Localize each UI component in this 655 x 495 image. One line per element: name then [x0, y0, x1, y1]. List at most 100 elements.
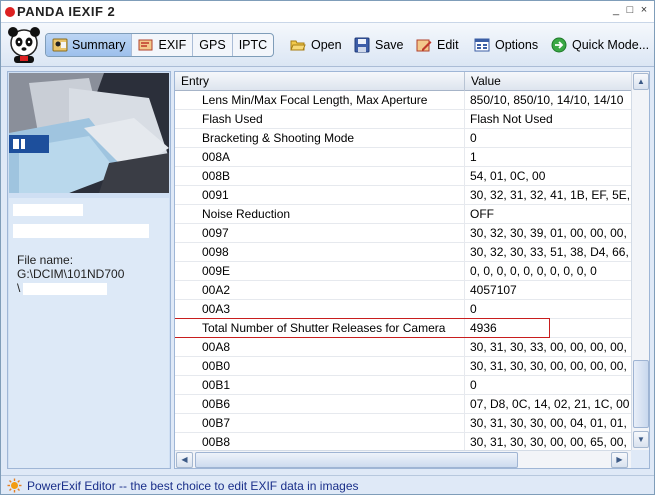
scroll-left-button[interactable]: ◀ — [176, 452, 193, 468]
table-row[interactable]: Flash Used Flash Not Used — [175, 110, 631, 129]
entry-cell: 00B8 — [175, 433, 465, 450]
options-icon — [474, 38, 490, 52]
folder-open-icon — [290, 40, 306, 51]
table-row[interactable]: 00B6 07, D8, 0C, 14, 02, 21, 1C, 00 — [175, 395, 631, 414]
entry-cell: Lens Min/Max Focal Length, Max Aperture — [175, 91, 465, 109]
value-cell[interactable]: 30, 32, 30, 39, 01, 00, 00, 00, — [465, 224, 631, 242]
panda-logo-icon — [8, 27, 40, 63]
table-header: Entry Value — [175, 72, 631, 91]
entry-cell: 00A2 — [175, 281, 465, 299]
column-header-value[interactable]: Value — [465, 72, 631, 91]
entry-cell: 0091 — [175, 186, 465, 204]
save-button[interactable]: Save — [354, 37, 404, 53]
table-row[interactable]: 008B 54, 01, 0C, 00 — [175, 167, 631, 186]
table-row[interactable]: Bracketing & Shooting Mode 0 — [175, 129, 631, 148]
table-row[interactable]: 00A8 30, 31, 30, 33, 00, 00, 00, 00, — [175, 338, 631, 357]
table-row[interactable]: 0097 30, 32, 30, 39, 01, 00, 00, 00, — [175, 224, 631, 243]
tab-exif[interactable]: EXIF — [132, 34, 194, 56]
edit-icon — [416, 39, 432, 52]
redacted-block — [23, 283, 107, 295]
app-window: PANDA IEXIF 2 _ □ × Summary EXIF GPS IPT… — [0, 0, 655, 495]
table-row[interactable]: 00B1 0 — [175, 376, 631, 395]
value-cell[interactable]: 4057107 — [465, 281, 631, 299]
save-disk-icon — [354, 37, 370, 53]
entry-cell: 00B6 — [175, 395, 465, 413]
value-cell[interactable]: 0, 0, 0, 0, 0, 0, 0, 0, 0, 0 — [465, 262, 631, 280]
close-button[interactable]: × — [638, 4, 650, 17]
save-button-label: Save — [375, 38, 404, 52]
vertical-scrollbar[interactable]: ▲ ▼ — [631, 72, 649, 450]
value-cell[interactable]: Flash Not Used — [465, 110, 631, 128]
tab-iptc-label: IPTC — [238, 38, 268, 52]
table-row-highlighted[interactable]: Total Number of Shutter Releases for Cam… — [175, 318, 631, 338]
value-cell[interactable]: OFF — [465, 205, 631, 223]
value-cell[interactable]: 4936 — [465, 319, 631, 337]
tab-summary-label: Summary — [72, 38, 126, 52]
entry-cell: 009E — [175, 262, 465, 280]
sun-icon — [7, 478, 22, 493]
scroll-down-button[interactable]: ▼ — [633, 431, 649, 448]
table-row[interactable]: 00B0 30, 31, 30, 30, 00, 00, 00, 00, — [175, 357, 631, 376]
table-row[interactable]: 008A 1 — [175, 148, 631, 167]
table-row[interactable]: 00A2 4057107 — [175, 281, 631, 300]
column-header-entry[interactable]: Entry — [175, 72, 465, 91]
edit-button[interactable]: Edit — [416, 37, 459, 53]
entry-cell: 00A8 — [175, 338, 465, 356]
value-cell[interactable]: 30, 31, 30, 30, 00, 04, 01, 01, — [465, 414, 631, 432]
entry-cell: 008A — [175, 148, 465, 166]
entry-cell: Total Number of Shutter Releases for Cam… — [175, 319, 465, 337]
quick-mode-button[interactable]: Quick Mode... — [551, 37, 649, 53]
app-title: PANDA IEXIF 2 — [5, 4, 115, 19]
minimize-button[interactable]: _ — [610, 4, 622, 17]
app-title-text: PANDA IEXIF 2 — [17, 4, 116, 19]
exif-icon — [138, 39, 153, 51]
entry-cell: 0097 — [175, 224, 465, 242]
open-button-label: Open — [311, 38, 342, 52]
status-bar: PowerExif Editor -- the best choice to e… — [1, 475, 654, 494]
horizontal-scrollbar[interactable]: ◀ ▶ — [175, 450, 649, 468]
value-cell[interactable]: 30, 32, 31, 32, 41, 1B, EF, 5E, — [465, 186, 631, 204]
thumbnail-image — [9, 73, 169, 193]
value-cell[interactable]: 07, D8, 0C, 14, 02, 21, 1C, 00 — [465, 395, 631, 413]
table-row[interactable]: 009E 0, 0, 0, 0, 0, 0, 0, 0, 0, 0 — [175, 262, 631, 281]
value-cell[interactable]: 0 — [465, 129, 631, 147]
title-bar: PANDA IEXIF 2 _ □ × — [1, 1, 654, 23]
quick-mode-arrow-icon — [551, 37, 567, 53]
tab-gps[interactable]: GPS — [193, 34, 233, 56]
tab-gps-label: GPS — [199, 38, 226, 52]
value-cell[interactable]: 54, 01, 0C, 00 — [465, 167, 631, 185]
vertical-scroll-thumb[interactable] — [633, 360, 649, 428]
table-body: Lens Min/Max Focal Length, Max Aperture 8… — [175, 91, 631, 450]
options-button[interactable]: Options — [474, 37, 538, 53]
edit-button-label: Edit — [437, 38, 459, 52]
table-row[interactable]: 00B7 30, 31, 30, 30, 00, 04, 01, 01, — [175, 414, 631, 433]
redacted-block — [13, 224, 149, 238]
scroll-up-button[interactable]: ▲ — [633, 73, 649, 90]
image-thumbnail[interactable] — [9, 73, 169, 193]
value-cell[interactable]: 0 — [465, 376, 631, 394]
table-row[interactable]: 00A3 0 — [175, 300, 631, 319]
value-cell[interactable]: 30, 31, 30, 30, 00, 00, 65, 00, — [465, 433, 631, 450]
value-cell[interactable]: 0 — [465, 300, 631, 318]
quick-mode-button-label: Quick Mode... — [572, 38, 650, 52]
table-row[interactable]: 0098 30, 32, 30, 33, 51, 38, D4, 66, — [175, 243, 631, 262]
tab-iptc[interactable]: IPTC — [233, 34, 273, 56]
redacted-block — [13, 204, 83, 216]
tab-summary[interactable]: Summary — [46, 34, 133, 56]
tab-exif-label: EXIF — [158, 38, 187, 52]
toolbar: Summary EXIF GPS IPTC Open Save Edit Opt… — [1, 23, 654, 67]
table-row[interactable]: Lens Min/Max Focal Length, Max Aperture 8… — [175, 91, 631, 110]
open-button[interactable]: Open — [290, 37, 342, 53]
table-row[interactable]: 0091 30, 32, 31, 32, 41, 1B, EF, 5E, — [175, 186, 631, 205]
value-cell[interactable]: 30, 32, 30, 33, 51, 38, D4, 66, — [465, 243, 631, 261]
value-cell[interactable]: 1 — [465, 148, 631, 166]
value-cell[interactable]: 30, 31, 30, 30, 00, 00, 00, 00, — [465, 357, 631, 375]
table-row[interactable]: Noise Reduction OFF — [175, 205, 631, 224]
maximize-button[interactable]: □ — [624, 4, 636, 17]
value-cell[interactable]: 30, 31, 30, 33, 00, 00, 00, 00, — [465, 338, 631, 356]
file-name-label: File name: — [17, 253, 74, 267]
scroll-right-button[interactable]: ▶ — [611, 452, 628, 468]
value-cell[interactable]: 850/10, 850/10, 14/10, 14/10 — [465, 91, 631, 109]
table-row[interactable]: 00B8 30, 31, 30, 30, 00, 00, 65, 00, — [175, 433, 631, 450]
horizontal-scroll-thumb[interactable] — [195, 452, 518, 468]
